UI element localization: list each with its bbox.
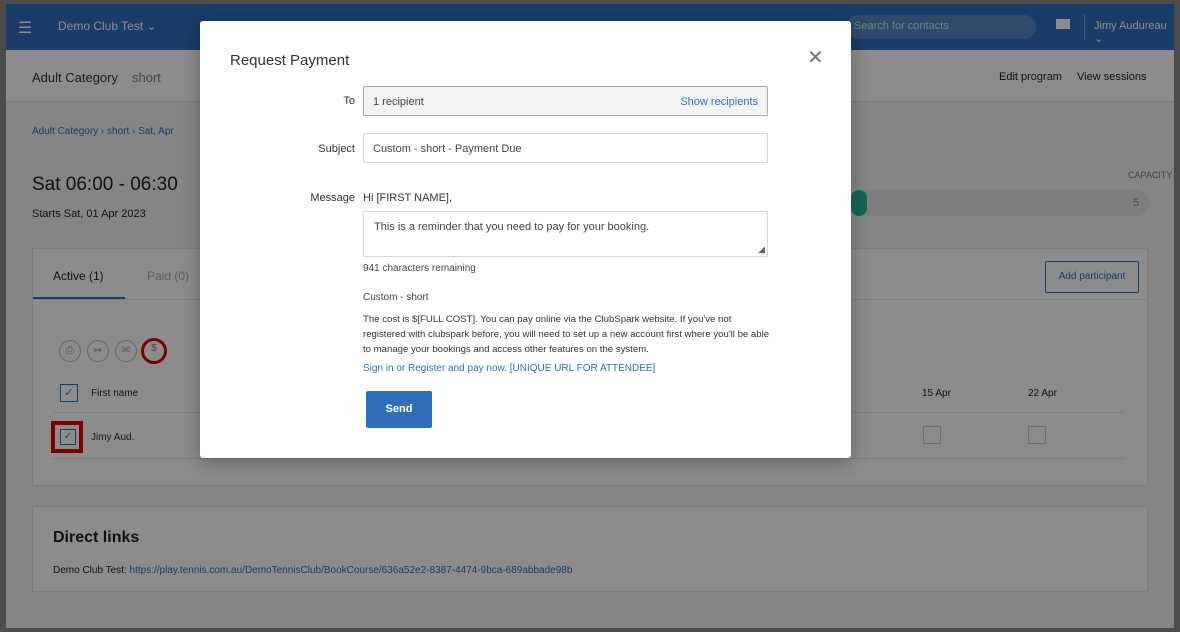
payment-link[interactable]: Sign in or Register and pay now. [UNIQUE…	[363, 363, 655, 374]
recipient-field: 1 recipient Show recipients	[363, 86, 768, 116]
send-button[interactable]: Send	[366, 391, 432, 428]
subject-input[interactable]: Custom - short - Payment Due	[363, 133, 768, 163]
message-label: Message	[310, 192, 355, 204]
message-greeting: Hi [FIRST NAME],	[363, 192, 453, 204]
resize-handle-icon[interactable]: ◢	[758, 245, 765, 254]
show-recipients-link[interactable]: Show recipients	[680, 96, 758, 108]
request-payment-dialog: Request Payment ✕ To 1 recipient Show re…	[200, 21, 851, 458]
cost-description: The cost is $[FULL COST]. You can pay on…	[363, 314, 770, 355]
to-label: To	[343, 95, 355, 107]
message-textarea[interactable]: This is a reminder that you need to pay …	[363, 211, 768, 257]
close-icon[interactable]: ✕	[807, 48, 824, 68]
subject-label: Subject	[318, 143, 355, 155]
recipient-count: 1 recipient	[373, 96, 424, 108]
characters-remaining: 941 characters remaining	[363, 263, 476, 274]
cost-title: Custom - short	[363, 292, 429, 303]
dialog-title: Request Payment	[230, 52, 350, 69]
message-text: This is a reminder that you need to pay …	[374, 221, 650, 233]
